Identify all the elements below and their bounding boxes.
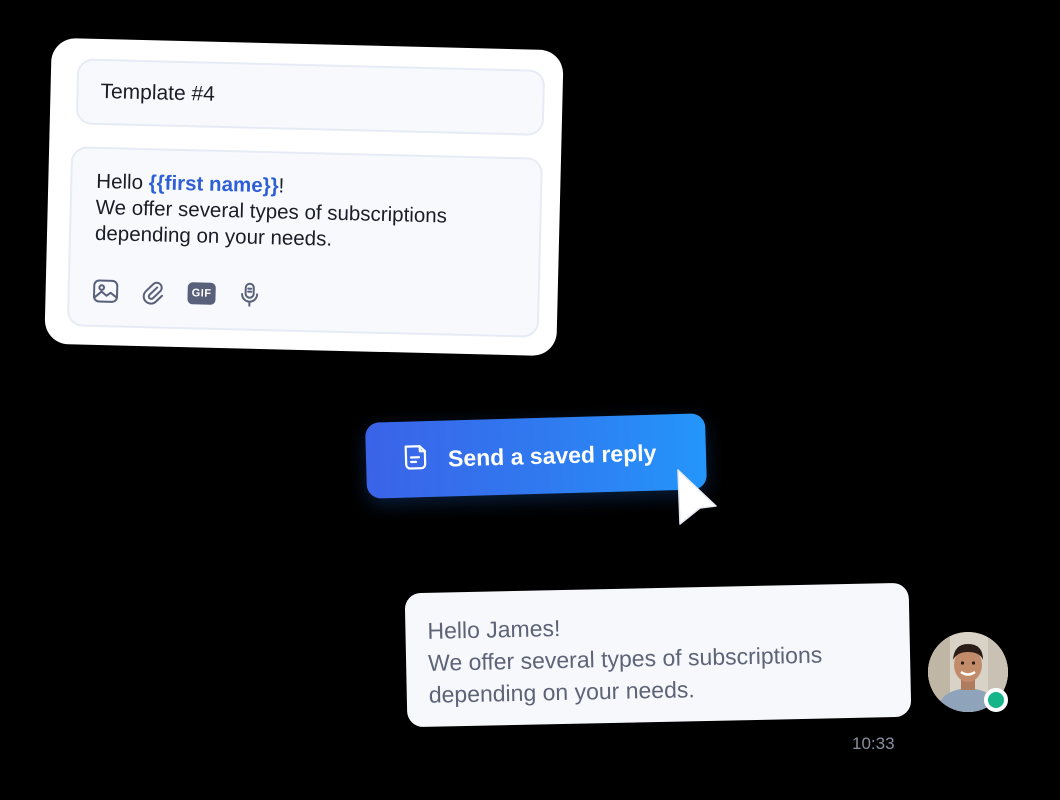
send-saved-reply-label: Send a saved reply <box>447 439 657 471</box>
greeting-text: Hello <box>96 169 150 195</box>
template-card: Template #4 Hello {{first name}}! We off… <box>44 37 564 357</box>
mouse-cursor-icon <box>672 466 722 536</box>
message-bubble: Hello James! We offer several types of s… <box>404 582 912 728</box>
template-name-field[interactable]: Template #4 <box>75 58 546 136</box>
online-status-dot <box>984 688 1008 712</box>
template-name-text: Template #4 <box>100 80 216 106</box>
template-body-editor[interactable]: Hello {{first name}}! We offer several t… <box>66 146 544 338</box>
first-name-variable[interactable]: {{first name}} <box>148 171 278 197</box>
message-timestamp: 10:33 <box>852 734 895 753</box>
attachment-icon[interactable] <box>139 278 168 307</box>
gif-badge-label: GIF <box>187 282 216 305</box>
gif-icon[interactable]: GIF <box>187 279 216 308</box>
note-icon <box>400 441 431 477</box>
greeting-end-text: ! <box>278 174 285 198</box>
editor-toolbar: GIF <box>91 277 264 309</box>
send-saved-reply-button[interactable]: Send a saved reply <box>365 413 707 499</box>
image-icon[interactable] <box>91 277 120 306</box>
microphone-icon[interactable] <box>235 280 264 309</box>
